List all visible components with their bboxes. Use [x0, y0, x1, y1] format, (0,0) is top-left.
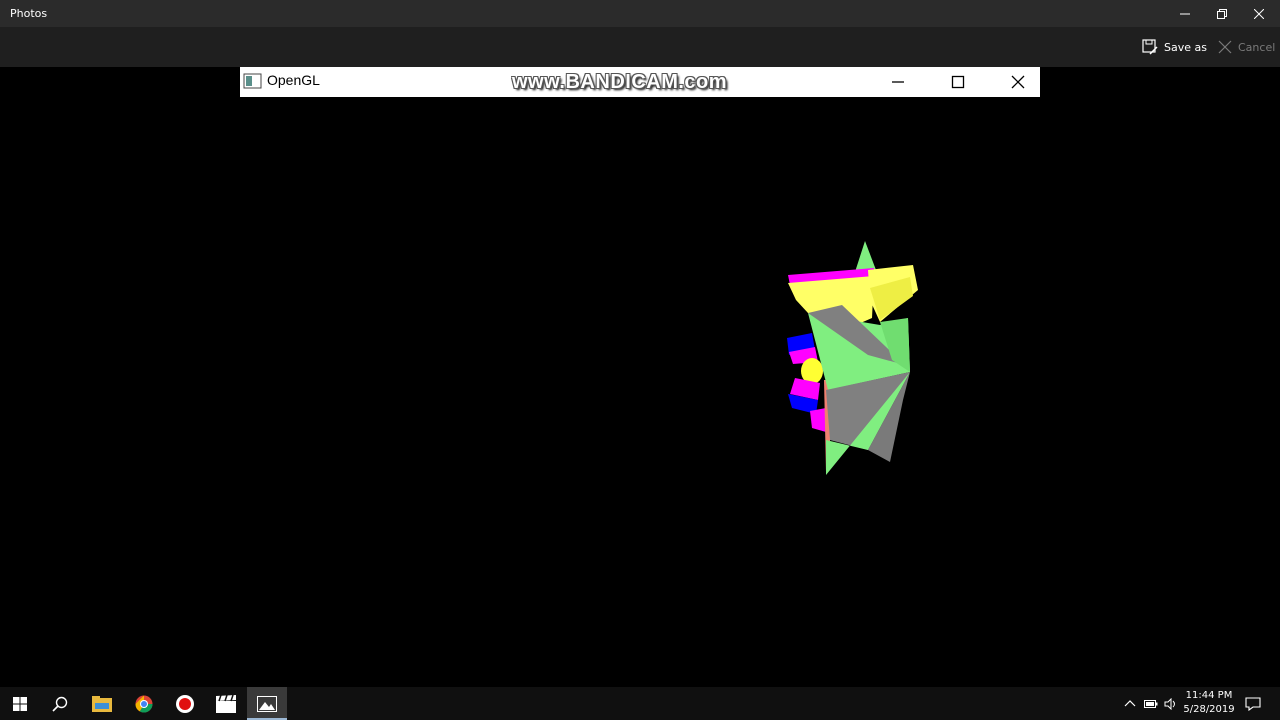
chrome-icon — [135, 695, 153, 712]
search-icon — [52, 696, 68, 712]
chrome-button[interactable] — [124, 687, 164, 720]
photos-button[interactable] — [247, 687, 287, 720]
record-icon — [176, 694, 194, 713]
clock-date: 5/28/2019 — [1183, 704, 1235, 715]
file-explorer-icon — [92, 695, 112, 712]
taskbar-clock[interactable]: 11:44 PM 5/28/2019 — [1180, 689, 1238, 717]
video-editor-button[interactable] — [206, 687, 246, 720]
video-editor-icon — [216, 694, 236, 713]
search-button[interactable] — [40, 687, 80, 720]
photos-icon — [257, 695, 277, 712]
start-button[interactable] — [0, 687, 40, 720]
windows-taskbar: 11:44 PM 5/28/2019 — [0, 687, 1280, 720]
chevron-up-icon[interactable] — [1124, 698, 1136, 710]
windows-start-icon — [13, 696, 27, 711]
magenta-small-piece — [810, 408, 826, 432]
notification-icon — [1245, 696, 1261, 711]
system-tray — [1124, 687, 1178, 720]
file-explorer-button[interactable] — [82, 687, 122, 720]
opengl-3d-scene — [787, 241, 918, 475]
green-cone-tip — [855, 241, 876, 272]
bandicam-record-button[interactable] — [165, 687, 205, 720]
action-center-button[interactable] — [1238, 687, 1268, 720]
battery-icon[interactable] — [1144, 699, 1158, 709]
volume-icon[interactable] — [1164, 697, 1178, 710]
clock-time: 11:44 PM — [1185, 690, 1233, 701]
